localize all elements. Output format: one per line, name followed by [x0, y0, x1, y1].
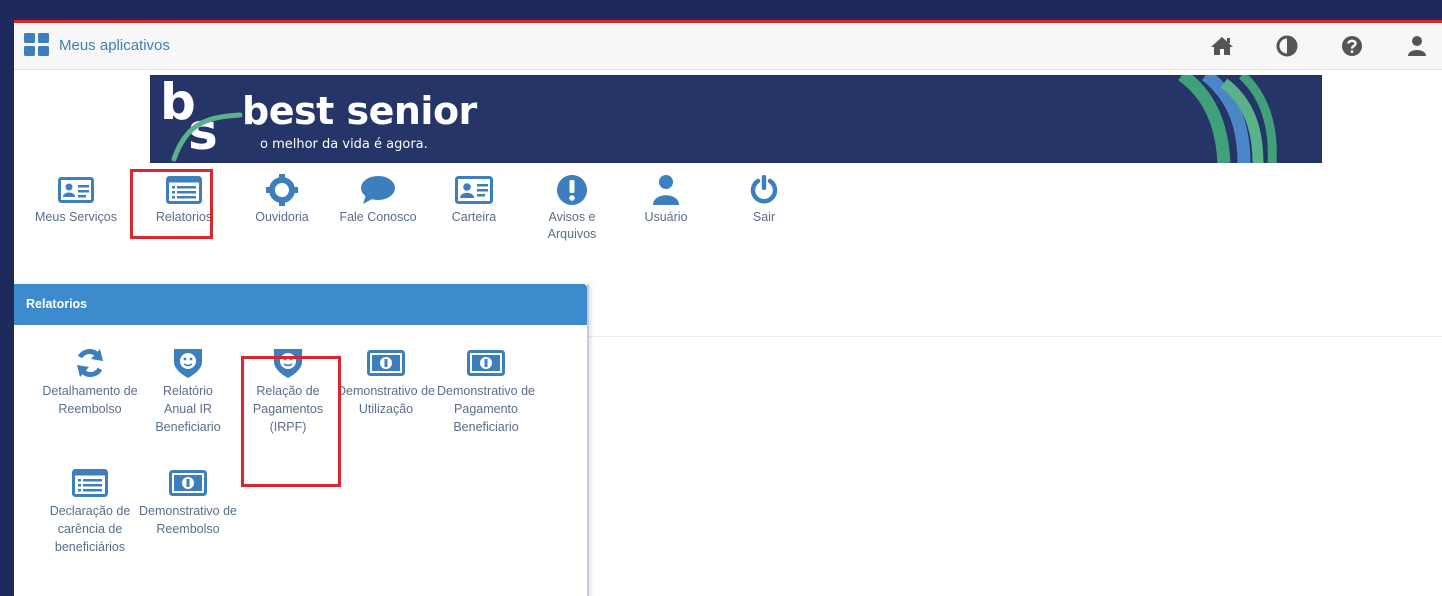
best-senior-banner: b s best senior o melhor da vida é agora… [150, 75, 1322, 163]
id-card-icon [454, 173, 494, 207]
nav-label: Fale Conosco [339, 210, 417, 224]
list-icon [70, 466, 110, 500]
nav-item-usuario[interactable]: Usuário [618, 173, 714, 226]
app-area: Meus aplicativos b s best senior o melho… [14, 23, 1442, 596]
report-label: Relação de Pagamentos (IRPF) [252, 384, 324, 434]
nav-item-sair[interactable]: Sair [716, 173, 812, 226]
lion-shield-icon [268, 346, 308, 380]
nav-item-meus-servicos[interactable]: Meus Serviços [28, 173, 124, 226]
lifebuoy-icon [262, 173, 302, 207]
report-label: Declaração de carência de beneficiários [49, 504, 131, 554]
top-bar: Meus aplicativos [14, 23, 1442, 70]
home-icon[interactable] [1209, 33, 1235, 59]
report-demonstrativo-reembolso[interactable]: Demonstrativo de Reembolso [138, 466, 238, 538]
logo-swoosh-icon [171, 112, 243, 162]
money-icon [168, 466, 208, 500]
nav-item-carteira[interactable]: Carteira [426, 173, 522, 226]
report-relacao-pagamentos-irpf[interactable]: Relação de Pagamentos (IRPF) [238, 346, 338, 436]
my-apps-label: Meus aplicativos [59, 36, 170, 54]
nav-label: Usuário [644, 210, 688, 224]
report-detalhamento-reembolso[interactable]: Detalhamento de Reembolso [40, 346, 140, 418]
list-icon [164, 173, 204, 207]
apps-grid-icon [24, 33, 50, 57]
contrast-icon[interactable] [1274, 33, 1300, 59]
brand-tagline: o melhor da vida é agora. [260, 137, 428, 152]
user-icon[interactable] [1404, 33, 1430, 59]
refresh-icon [70, 346, 110, 380]
report-label: Demonstrativo de Reembolso [139, 504, 237, 536]
nav-label: Ouvidoria [255, 210, 309, 224]
money-icon [366, 346, 406, 380]
banner-stripes-icon [1178, 75, 1277, 163]
my-apps-button[interactable]: Meus aplicativos [24, 33, 170, 57]
report-label: Demonstrativo de Utilização [337, 384, 435, 416]
window-top-band [0, 0, 1442, 20]
report-label: Relatório Anual IR Beneficiario [155, 384, 221, 434]
report-declaracao-carencia[interactable]: Declaração de carência de beneficiários [40, 466, 140, 556]
report-demonstrativo-pagamento[interactable]: Demonstrativo de Pagamento Beneficiario [436, 346, 536, 436]
nav-label: Carteira [451, 210, 497, 224]
nav-label: Relatorios [155, 210, 213, 224]
user-icon [646, 173, 686, 207]
help-icon[interactable] [1339, 33, 1365, 59]
report-demonstrativo-utilizacao[interactable]: Demonstrativo de Utilização [336, 346, 436, 418]
lion-shield-icon [168, 346, 208, 380]
content-divider [589, 336, 1442, 337]
nav-label: Sair [752, 210, 776, 224]
chat-icon [358, 173, 398, 207]
nav-item-ouvidoria[interactable]: Ouvidoria [234, 173, 330, 226]
money-icon [466, 346, 506, 380]
report-label: Demonstrativo de Pagamento Beneficiario [437, 384, 535, 434]
nav-item-fale-conosco[interactable]: Fale Conosco [330, 173, 426, 226]
id-card-icon [56, 173, 96, 207]
power-icon [744, 173, 784, 207]
relatorios-panel: Relatorios Detalhamento de Reembolso Rel… [14, 284, 589, 596]
panel-title: Relatorios [26, 297, 88, 311]
nav-label: Avisos e Arquivos [547, 210, 597, 241]
brand-name: best senior [242, 89, 477, 133]
panel-header: Relatorios [14, 284, 587, 325]
alert-icon [552, 173, 592, 207]
report-relatorio-anual-ir[interactable]: Relatório Anual IR Beneficiario [138, 346, 238, 436]
window-left-frame [0, 20, 14, 596]
nav-item-relatorios[interactable]: Relatorios [136, 173, 232, 226]
report-label: Detalhamento de Reembolso [42, 384, 138, 416]
nav-label: Meus Serviços [35, 210, 117, 224]
nav-item-avisos-arquivos[interactable]: Avisos e Arquivos [522, 173, 622, 243]
